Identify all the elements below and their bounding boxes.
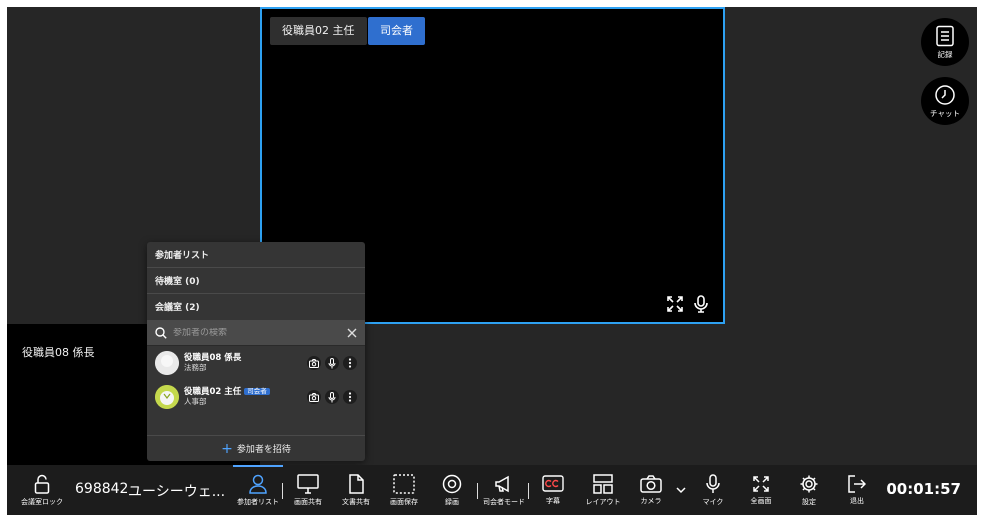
camera-icon[interactable]: [307, 390, 321, 404]
screenshot-label: 画面保存: [390, 497, 418, 506]
host-mode-label: 司会者モード: [483, 497, 525, 506]
host-role-chip: 司会者: [368, 17, 425, 45]
fullscreen-label: 全画面: [750, 496, 772, 505]
file-icon: [349, 473, 364, 494]
microphone-icon[interactable]: [691, 294, 711, 314]
megaphone-icon: [495, 475, 509, 492]
more-options-icon[interactable]: [343, 356, 357, 370]
chat-icon: [935, 84, 955, 105]
document-share-label: 文書共有: [342, 497, 370, 506]
meeting-lock-button[interactable]: 会議室ロック: [17, 465, 67, 515]
meeting-room-section[interactable]: 会議室 (2): [147, 294, 365, 320]
close-icon[interactable]: [347, 328, 357, 338]
layout-icon: [593, 473, 613, 494]
record-label: 録画: [445, 497, 459, 506]
settings-label: 設定: [802, 497, 816, 506]
record-icon: [442, 474, 462, 493]
participant-row[interactable]: 役職員02 主任 司会者 人事部: [147, 380, 365, 414]
monitor-icon: [297, 473, 319, 494]
participant-name-text: 役職員02 主任: [184, 386, 242, 397]
avatar: [155, 385, 179, 409]
camera-icon: [640, 474, 662, 493]
participant-department: 法務部: [184, 362, 207, 372]
lock-icon: [34, 474, 50, 494]
chevron-down-icon: [676, 486, 686, 493]
camera-button[interactable]: カメラ: [633, 465, 669, 515]
panel-title: 参加者リスト: [147, 242, 365, 268]
record-notes-button[interactable]: 記録: [921, 18, 969, 66]
meeting-id: 698842: [75, 481, 129, 497]
more-options-icon[interactable]: [343, 390, 357, 404]
participants-label: 参加者リスト: [237, 497, 279, 506]
toolbar-divider: [477, 483, 478, 499]
caption-icon: [542, 474, 564, 492]
document-share-button[interactable]: 文書共有: [335, 465, 377, 515]
participant-search-box[interactable]: [147, 320, 365, 346]
search-icon: [155, 326, 167, 339]
microphone-icon[interactable]: [325, 390, 339, 404]
meeting-app: 役職員02 主任 司会者 役職員08 係長 記録 チャット 参加者リスト 待機室…: [7, 7, 977, 515]
caption-button[interactable]: 字幕: [533, 465, 573, 515]
settings-button[interactable]: 設定: [791, 465, 827, 515]
exit-icon: [848, 474, 866, 493]
record-button[interactable]: 録画: [433, 465, 471, 515]
mic-label: マイク: [702, 497, 724, 506]
screenshot-icon: [393, 473, 415, 494]
mic-button[interactable]: マイク: [695, 465, 731, 515]
toolbar-divider: [528, 483, 529, 499]
camera-label: カメラ: [640, 496, 662, 505]
participant-tile-name: 役職員08 係長: [22, 346, 95, 359]
microphone-icon: [706, 473, 720, 493]
expand-icon[interactable]: [665, 294, 685, 314]
meeting-timer: 00:01:57: [886, 480, 961, 498]
meeting-name: ユーシーウェ...: [128, 484, 226, 500]
participant-row[interactable]: 役職員08 係長 法務部: [147, 346, 365, 380]
microphone-icon[interactable]: [325, 356, 339, 370]
gear-icon: [800, 475, 818, 492]
participant-search-input[interactable]: [173, 327, 347, 338]
leave-label: 退出: [850, 496, 864, 505]
lock-label: 会議室ロック: [21, 497, 63, 506]
speaker-name-chip: 役職員02 主任: [270, 17, 367, 45]
caption-label: 字幕: [546, 496, 560, 505]
chat-label: チャット: [930, 108, 960, 118]
participant-list-panel: 参加者リスト 待機室 (0) 会議室 (2) 役職員08 係長 法務部: [147, 242, 365, 461]
plus-icon: +: [221, 440, 233, 457]
document-icon: [936, 25, 954, 46]
layout-button[interactable]: レイアウト: [579, 465, 627, 515]
avatar: [155, 351, 179, 375]
fullscreen-icon: [753, 475, 769, 492]
camera-options-dropdown[interactable]: [671, 465, 691, 515]
participant-department: 人事部: [184, 396, 207, 406]
bottom-toolbar: 会議室ロック 698842 ユーシーウェ... 参加者リスト 画面共有 文書共有…: [7, 465, 977, 515]
user-icon: [249, 474, 267, 494]
camera-icon[interactable]: [307, 356, 321, 370]
participants-button[interactable]: 参加者リスト: [233, 465, 283, 515]
screen-share-label: 画面共有: [294, 497, 322, 506]
invite-participants-button[interactable]: + 参加者を招待: [147, 435, 365, 461]
record-notes-label: 記録: [937, 49, 953, 59]
leave-button[interactable]: 退出: [839, 465, 875, 515]
chat-button[interactable]: チャット: [921, 77, 969, 125]
toolbar-divider: [282, 483, 283, 499]
host-mode-button[interactable]: 司会者モード: [479, 465, 529, 515]
screenshot-button[interactable]: 画面保存: [383, 465, 425, 515]
screen-share-button[interactable]: 画面共有: [287, 465, 329, 515]
host-badge: 司会者: [244, 387, 270, 396]
waiting-room-section[interactable]: 待機室 (0): [147, 268, 365, 294]
layout-label: レイアウト: [585, 497, 621, 506]
invite-label: 参加者を招待: [236, 445, 291, 455]
fullscreen-button[interactable]: 全画面: [741, 465, 781, 515]
